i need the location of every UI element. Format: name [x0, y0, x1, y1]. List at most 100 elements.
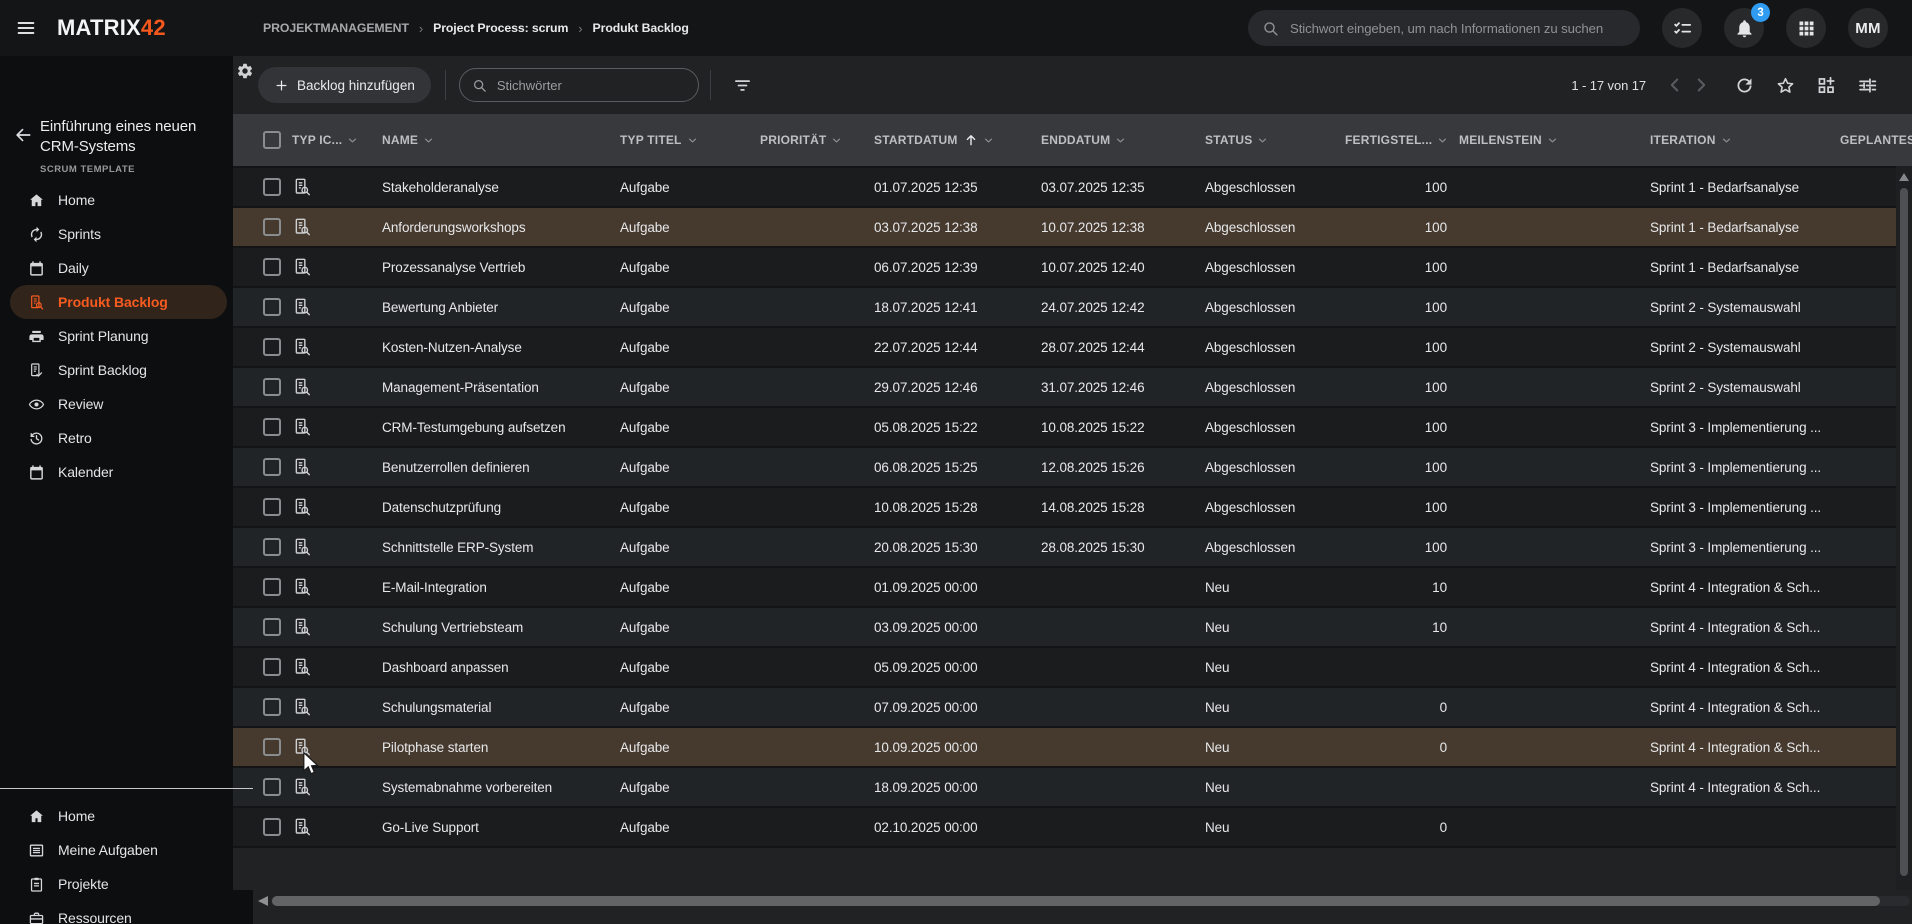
apps-grid-button[interactable] — [1786, 8, 1826, 48]
hamburger-menu-icon[interactable] — [15, 17, 37, 39]
column-header-name[interactable]: NAME — [382, 133, 620, 147]
row-checkbox[interactable] — [263, 178, 281, 196]
favorite-star-icon[interactable] — [1775, 75, 1796, 96]
gear-icon[interactable] — [236, 62, 254, 80]
sidebar-item-meine-aufgaben[interactable]: Meine Aufgaben — [0, 833, 233, 867]
breadcrumb-item[interactable]: Produkt Backlog — [593, 21, 689, 35]
table-row[interactable]: E-Mail-IntegrationAufgabe01.09.2025 00:0… — [233, 568, 1896, 608]
column-header-geplantes[interactable]: GEPLANTES — [1840, 133, 1912, 147]
sidebar-item-label: Sprint Planung — [58, 328, 148, 344]
table-row[interactable]: Benutzerrollen definierenAufgabe06.08.20… — [233, 448, 1896, 488]
sidebar-item-sprint-planung[interactable]: Sprint Planung — [0, 319, 233, 353]
horizontal-scrollbar-thumb[interactable] — [272, 896, 1880, 906]
table-row[interactable]: Schulung VertriebsteamAufgabe03.09.2025 … — [233, 608, 1896, 648]
row-checkbox[interactable] — [263, 658, 281, 676]
sidebar-item-sprint-backlog[interactable]: Sprint Backlog — [0, 353, 233, 387]
column-label: ITERATION — [1650, 133, 1716, 147]
notifications-button[interactable]: 3 — [1724, 8, 1764, 48]
cell-status: Abgeschlossen — [1205, 340, 1345, 355]
table-row[interactable]: Dashboard anpassenAufgabe05.09.2025 00:0… — [233, 648, 1896, 688]
horizontal-scrollbar[interactable] — [233, 894, 1912, 908]
user-avatar[interactable]: MM — [1848, 8, 1888, 48]
backlog-search-icon — [292, 777, 312, 797]
filter-button[interactable] — [726, 68, 760, 102]
sidebar-item-retro[interactable]: Retro — [0, 421, 233, 455]
sidebar-item-kalender[interactable]: Kalender — [0, 455, 233, 489]
sidebar-item-sprints[interactable]: Sprints — [0, 217, 233, 251]
table-row[interactable]: Prozessanalyse VertriebAufgabe06.07.2025… — [233, 248, 1896, 288]
column-header-iteration[interactable]: ITERATION — [1640, 133, 1840, 147]
sidebar-item-home[interactable]: Home — [0, 183, 233, 217]
table-row[interactable]: Bewertung AnbieterAufgabe18.07.2025 12:4… — [233, 288, 1896, 328]
table-row[interactable]: StakeholderanalyseAufgabe01.07.2025 12:3… — [233, 168, 1896, 208]
column-header-start[interactable]: STARTDATUM — [874, 133, 1041, 147]
table-row[interactable]: DatenschutzprüfungAufgabe10.08.2025 15:2… — [233, 488, 1896, 528]
vertical-scrollbar-thumb[interactable] — [1900, 188, 1908, 876]
row-checkbox[interactable] — [263, 618, 281, 636]
table-row[interactable]: Pilotphase startenAufgabe10.09.2025 00:0… — [233, 728, 1896, 768]
table-row[interactable]: Systemabnahme vorbereitenAufgabe18.09.20… — [233, 768, 1896, 808]
checklist-button[interactable] — [1662, 8, 1702, 48]
table-row[interactable]: SchulungsmaterialAufgabe07.09.2025 00:00… — [233, 688, 1896, 728]
backlog-search-icon — [292, 737, 312, 757]
add-widget-icon[interactable] — [1816, 75, 1837, 96]
column-header-typicon[interactable]: TYP IC... — [292, 133, 382, 147]
row-checkbox[interactable] — [263, 418, 281, 436]
column-header-typ_titel[interactable]: TYP TITEL — [620, 133, 760, 147]
column-header-prioritaet[interactable]: PRIORITÄT — [760, 133, 874, 147]
column-header-meilenstein[interactable]: MEILENSTEIN — [1450, 133, 1640, 147]
table-row[interactable]: Schnittstelle ERP-SystemAufgabe20.08.202… — [233, 528, 1896, 568]
scroll-left-icon[interactable] — [258, 896, 268, 906]
refresh-icon[interactable] — [1734, 75, 1755, 96]
row-checkbox[interactable] — [263, 378, 281, 396]
select-all-checkbox[interactable] — [263, 131, 281, 149]
table-row[interactable]: AnforderungsworkshopsAufgabe03.07.2025 1… — [233, 208, 1896, 248]
breadcrumb-item[interactable]: PROJEKTMANAGEMENT — [263, 21, 409, 35]
row-checkbox[interactable] — [263, 298, 281, 316]
page-next-icon[interactable] — [1690, 74, 1712, 96]
sidebar-item-home[interactable]: Home — [0, 799, 233, 833]
row-checkbox[interactable] — [263, 578, 281, 596]
cell-typicon — [292, 377, 382, 397]
sidebar-item-projekte[interactable]: Projekte — [0, 867, 233, 901]
vertical-scrollbar[interactable] — [1896, 166, 1912, 890]
row-checkbox[interactable] — [263, 538, 281, 556]
view-settings-icon[interactable] — [1857, 75, 1878, 96]
row-checkbox[interactable] — [263, 738, 281, 756]
breadcrumb-item[interactable]: Project Process: scrum — [433, 21, 568, 35]
row-checkbox[interactable] — [263, 218, 281, 236]
column-header-status[interactable]: STATUS — [1205, 133, 1345, 147]
cell-fertig: 100 — [1345, 300, 1450, 315]
keyword-search[interactable] — [459, 68, 699, 102]
add-backlog-button[interactable]: Backlog hinzufügen — [258, 67, 431, 103]
sidebar-item-produkt-backlog[interactable]: Produkt Backlog — [10, 285, 227, 319]
column-header-end[interactable]: ENDDATUM — [1041, 133, 1205, 147]
row-checkbox-cell — [263, 298, 292, 316]
scroll-up-icon[interactable] — [1899, 173, 1909, 181]
sprints-icon — [28, 226, 45, 243]
page-previous-icon[interactable] — [1664, 74, 1686, 96]
row-checkbox[interactable] — [263, 818, 281, 836]
global-search[interactable] — [1248, 10, 1640, 46]
global-search-input[interactable] — [1288, 20, 1626, 37]
cell-name: E-Mail-Integration — [382, 580, 620, 595]
keyword-search-input[interactable] — [495, 77, 686, 94]
sidebar-item-daily[interactable]: Daily — [0, 251, 233, 285]
row-checkbox[interactable] — [263, 498, 281, 516]
row-checkbox[interactable] — [263, 778, 281, 796]
table-row[interactable]: Go-Live SupportAufgabe02.10.2025 00:00Ne… — [233, 808, 1896, 848]
table-row[interactable]: CRM-Testumgebung aufsetzenAufgabe05.08.2… — [233, 408, 1896, 448]
back-arrow-icon[interactable] — [13, 125, 33, 145]
sidebar-item-review[interactable]: Review — [0, 387, 233, 421]
topbar-actions: 3 MM — [1248, 0, 1888, 56]
table-row[interactable]: Kosten-Nutzen-AnalyseAufgabe22.07.2025 1… — [233, 328, 1896, 368]
row-checkbox[interactable] — [263, 338, 281, 356]
sidebar-item-ressourcen[interactable]: Ressourcen — [0, 901, 233, 924]
row-checkbox[interactable] — [263, 458, 281, 476]
table-row[interactable]: Management-PräsentationAufgabe29.07.2025… — [233, 368, 1896, 408]
column-header-fertig[interactable]: FERTIGSTEL... — [1345, 133, 1450, 147]
cell-typ_titel: Aufgabe — [620, 220, 760, 235]
backlog-search-icon — [28, 294, 45, 311]
row-checkbox[interactable] — [263, 698, 281, 716]
row-checkbox[interactable] — [263, 258, 281, 276]
